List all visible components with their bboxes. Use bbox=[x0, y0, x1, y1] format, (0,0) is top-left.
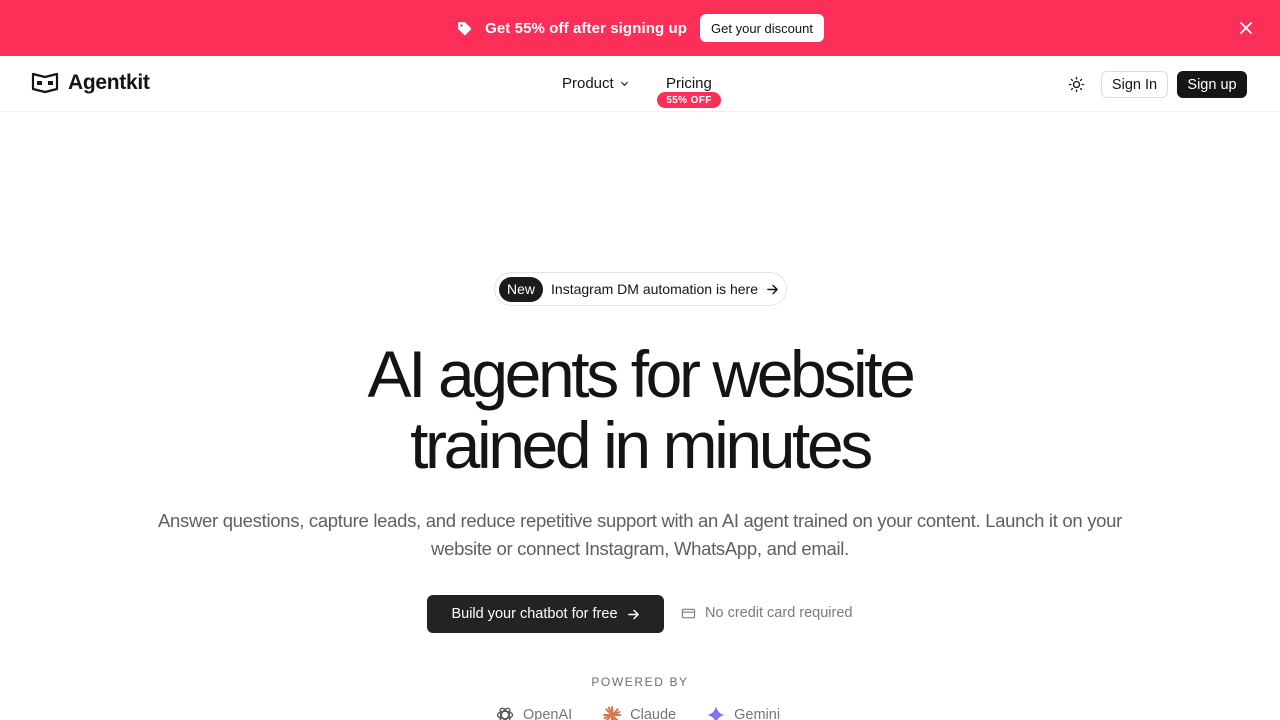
logo-text: Agentkit bbox=[68, 71, 150, 94]
build-chatbot-button[interactable]: Build your chatbot for free bbox=[427, 595, 664, 633]
pricing-discount-badge: 55% OFF bbox=[657, 92, 721, 108]
provider-openai: OpenAI bbox=[495, 705, 572, 720]
logo[interactable]: Agentkit bbox=[31, 71, 150, 95]
nav-product[interactable]: Product bbox=[562, 75, 629, 92]
announcement-pill[interactable]: New Instagram DM automation is here bbox=[494, 272, 787, 306]
promo-content: Get 55% off after signing up Get your di… bbox=[456, 14, 824, 42]
no-credit-card-note: No credit card required bbox=[681, 605, 853, 621]
gemini-icon bbox=[707, 706, 726, 720]
arrow-right-icon bbox=[767, 284, 778, 294]
openai-icon bbox=[496, 707, 514, 720]
sign-up-button[interactable]: Sign up bbox=[1177, 71, 1247, 98]
credit-card-icon bbox=[681, 608, 696, 618]
hero-title-line2: trained in minutes bbox=[410, 408, 873, 482]
provider-list: OpenAI Claude Gemini bbox=[495, 705, 780, 720]
nav-product-label: Product bbox=[562, 75, 614, 92]
site-header: Agentkit Product Pricing 55% OFF Sign In… bbox=[0, 56, 1280, 112]
close-icon[interactable] bbox=[1237, 19, 1255, 37]
main-nav: Product Pricing 55% OFF bbox=[562, 75, 721, 108]
sign-in-button[interactable]: Sign In bbox=[1101, 71, 1168, 98]
provider-name: Claude bbox=[630, 707, 677, 720]
announcement-text: Instagram DM automation is here bbox=[551, 281, 758, 297]
get-discount-button[interactable]: Get your discount bbox=[700, 14, 824, 42]
powered-by-label: POWERED BY bbox=[591, 675, 689, 689]
cta-label: Build your chatbot for free bbox=[451, 606, 618, 622]
sun-icon[interactable] bbox=[1068, 76, 1085, 93]
hero-title: AI agents for website trained in minutes bbox=[0, 339, 1280, 481]
hero-title-line1: AI agents for website bbox=[367, 337, 916, 411]
promo-text: Get 55% off after signing up bbox=[485, 19, 688, 37]
tag-icon bbox=[456, 20, 473, 37]
provider-gemini: Gemini bbox=[706, 705, 780, 720]
claude-icon bbox=[603, 706, 622, 720]
provider-name: Gemini bbox=[734, 707, 781, 720]
chevron-down-icon bbox=[620, 81, 628, 87]
arrow-right-icon bbox=[627, 609, 639, 619]
nav-pricing[interactable]: Pricing bbox=[666, 75, 712, 92]
promo-banner: Get 55% off after signing up Get your di… bbox=[0, 0, 1280, 56]
hero-subtitle: Answer questions, capture leads, and red… bbox=[157, 510, 1123, 559]
new-badge: New bbox=[499, 276, 544, 302]
provider-claude: Claude bbox=[602, 705, 676, 720]
no-credit-card-text: No credit card required bbox=[705, 605, 853, 621]
agentkit-logo-icon bbox=[31, 71, 59, 95]
provider-name: OpenAI bbox=[523, 707, 573, 720]
